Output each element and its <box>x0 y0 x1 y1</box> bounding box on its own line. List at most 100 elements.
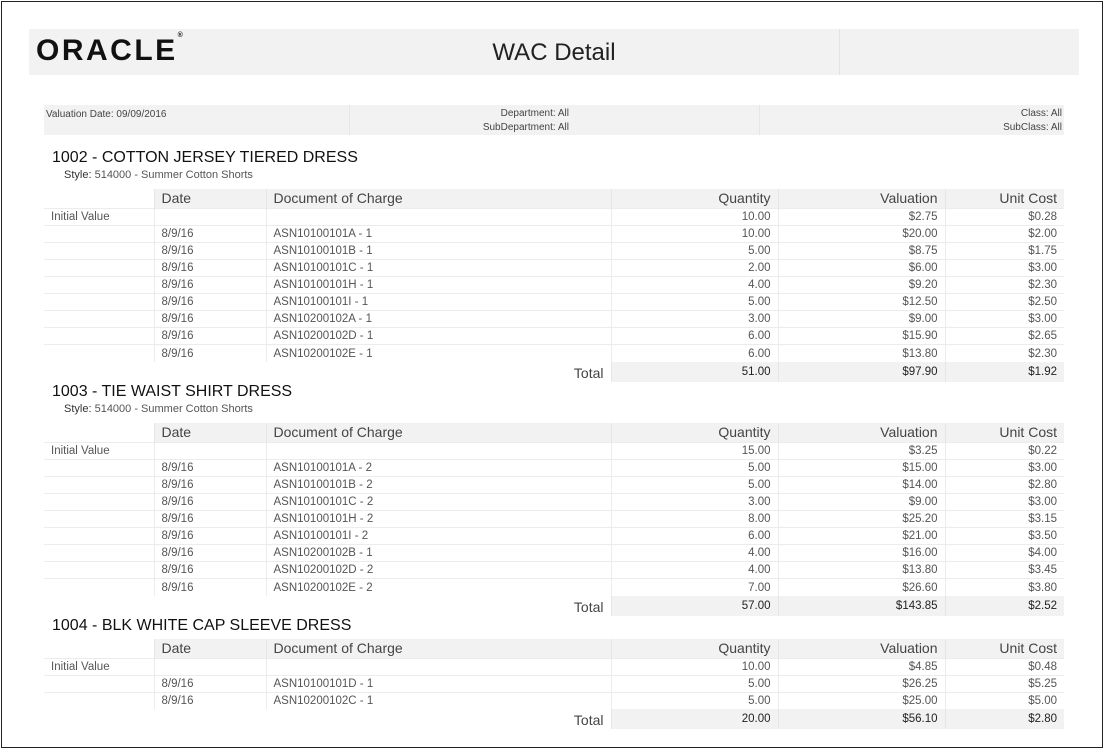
valuation-date: Valuation Date: 09/09/2016 <box>46 109 167 120</box>
department-value: Department: All <box>500 108 569 119</box>
column-quantity: Quantity <box>610 639 778 658</box>
cell-date: 8/9/16 <box>153 458 266 477</box>
row-label <box>44 674 154 693</box>
param-divider <box>759 105 760 135</box>
total-quantity: 57.00 <box>610 595 778 616</box>
cell-document: ASN10200102E - 2 <box>265 578 611 596</box>
table-row: 8/9/16 ASN10200102E - 2 7.00 $26.60 $3.80 <box>44 578 1064 596</box>
cell-unit-cost: $3.80 <box>944 578 1064 596</box>
cell-date <box>153 441 266 460</box>
style-label: Style: <box>64 403 92 415</box>
column-document: Document of Charge <box>265 423 611 442</box>
wac-table: Date Document of Charge Quantity Valuati… <box>44 639 1064 730</box>
cell-unit-cost: $0.22 <box>944 441 1064 460</box>
cell-quantity: 4.00 <box>610 275 778 294</box>
cell-document: ASN10100101H - 2 <box>265 509 611 528</box>
table-row: 8/9/16 ASN10200102D - 1 6.00 $15.90 $2.65 <box>44 327 1064 345</box>
table-row: 8/9/16 ASN10100101B - 2 5.00 $14.00 $2.80 <box>44 475 1064 494</box>
cell-unit-cost: $0.28 <box>944 207 1064 226</box>
cell-date: 8/9/16 <box>153 674 266 693</box>
cell-document: ASN10200102A - 1 <box>265 310 611 328</box>
row-label <box>44 258 154 277</box>
total-quantity: 51.00 <box>610 361 778 382</box>
cell-unit-cost: $2.30 <box>944 344 1064 362</box>
cell-unit-cost: $2.65 <box>944 327 1064 345</box>
cell-valuation: $25.00 <box>777 691 945 710</box>
total-label: Total <box>573 598 604 615</box>
cell-quantity: 6.00 <box>610 344 778 362</box>
row-label <box>44 544 154 562</box>
row-label <box>44 241 154 260</box>
column-valuation: Valuation <box>777 189 945 208</box>
total-valuation: $143.85 <box>777 595 945 616</box>
cell-document <box>265 207 611 226</box>
cell-document <box>265 441 611 460</box>
table-row: Initial Value 10.00 $2.75 $0.28 <box>44 207 1064 226</box>
table-row: 8/9/16 ASN10100101H - 1 4.00 $9.20 $2.30 <box>44 275 1064 294</box>
cell-unit-cost: $5.00 <box>944 691 1064 710</box>
cell-quantity: 5.00 <box>610 458 778 477</box>
cell-document: ASN10100101C - 1 <box>265 258 611 277</box>
cell-quantity: 3.00 <box>610 310 778 328</box>
cell-valuation: $6.00 <box>777 258 945 277</box>
cell-quantity: 6.00 <box>610 526 778 545</box>
cell-document: ASN10100101D - 1 <box>265 674 611 693</box>
cell-document: ASN10200102D - 1 <box>265 327 611 345</box>
cell-valuation: $26.25 <box>777 674 945 693</box>
wac-table: Date Document of Charge Quantity Valuati… <box>44 189 1064 382</box>
total-quantity: 20.00 <box>610 709 778 730</box>
cell-valuation: $3.25 <box>777 441 945 460</box>
cell-quantity: 5.00 <box>610 292 778 311</box>
cell-date: 8/9/16 <box>153 691 266 710</box>
column-valuation: Valuation <box>777 423 945 442</box>
table-row: 8/9/16 ASN10200102A - 1 3.00 $9.00 $3.00 <box>44 310 1064 328</box>
table-row: 8/9/16 ASN10100101C - 2 3.00 $9.00 $3.00 <box>44 492 1064 511</box>
report-page: ORACLE® WAC Detail Valuation Date: 09/09… <box>1 1 1103 748</box>
column-date: Date <box>153 189 266 208</box>
cell-quantity: 8.00 <box>610 509 778 528</box>
cell-date: 8/9/16 <box>153 310 266 328</box>
cell-document: ASN10200102C - 1 <box>265 691 611 710</box>
total-row: Total 20.00 $56.10 $2.80 <box>44 709 1064 730</box>
cell-date: 8/9/16 <box>153 544 266 562</box>
column-document: Document of Charge <box>265 639 611 658</box>
row-label <box>44 526 154 545</box>
style-value: 514000 - Summer Cotton Shorts <box>94 403 253 415</box>
table-row: 8/9/16 ASN10200102D - 2 4.00 $13.80 $3.45 <box>44 561 1064 579</box>
table-row: 8/9/16 ASN10100101I - 2 6.00 $21.00 $3.50 <box>44 526 1064 545</box>
cell-document: ASN10200102D - 2 <box>265 561 611 579</box>
total-row: Total 51.00 $97.90 $1.92 <box>44 361 1064 382</box>
row-label <box>44 691 154 710</box>
table-row: 8/9/16 ASN10200102E - 1 6.00 $13.80 $2.30 <box>44 344 1064 362</box>
oracle-logo: ORACLE® <box>36 32 183 67</box>
cell-valuation: $20.00 <box>777 224 945 243</box>
cell-valuation: $9.20 <box>777 275 945 294</box>
cell-valuation: $26.60 <box>777 578 945 596</box>
total-label: Total <box>573 364 604 381</box>
row-label <box>44 492 154 511</box>
cell-date: 8/9/16 <box>153 258 266 277</box>
column-quantity: Quantity <box>610 423 778 442</box>
wac-table: Date Document of Charge Quantity Valuati… <box>44 423 1064 616</box>
row-label: Initial Value <box>44 441 154 460</box>
column-unit-cost: Unit Cost <box>944 639 1064 658</box>
cell-unit-cost: $1.75 <box>944 241 1064 260</box>
cell-date <box>153 207 266 226</box>
column-document: Document of Charge <box>265 189 611 208</box>
cell-valuation: $15.90 <box>777 327 945 345</box>
cell-document: ASN10100101I - 1 <box>265 292 611 311</box>
table-row: Initial Value 15.00 $3.25 $0.22 <box>44 441 1064 460</box>
row-label <box>44 310 154 328</box>
cell-document: ASN10200102B - 1 <box>265 544 611 562</box>
cell-date: 8/9/16 <box>153 578 266 596</box>
cell-date: 8/9/16 <box>153 475 266 494</box>
cell-date: 8/9/16 <box>153 275 266 294</box>
total-label: Total <box>573 712 604 729</box>
table-row: 8/9/16 ASN10100101A - 2 5.00 $15.00 $3.00 <box>44 458 1064 477</box>
cell-document: ASN10100101A - 2 <box>265 458 611 477</box>
cell-quantity: 5.00 <box>610 691 778 710</box>
cell-quantity: 5.00 <box>610 674 778 693</box>
cell-quantity: 10.00 <box>610 224 778 243</box>
style-label: Style: <box>64 169 92 181</box>
row-label <box>44 561 154 579</box>
